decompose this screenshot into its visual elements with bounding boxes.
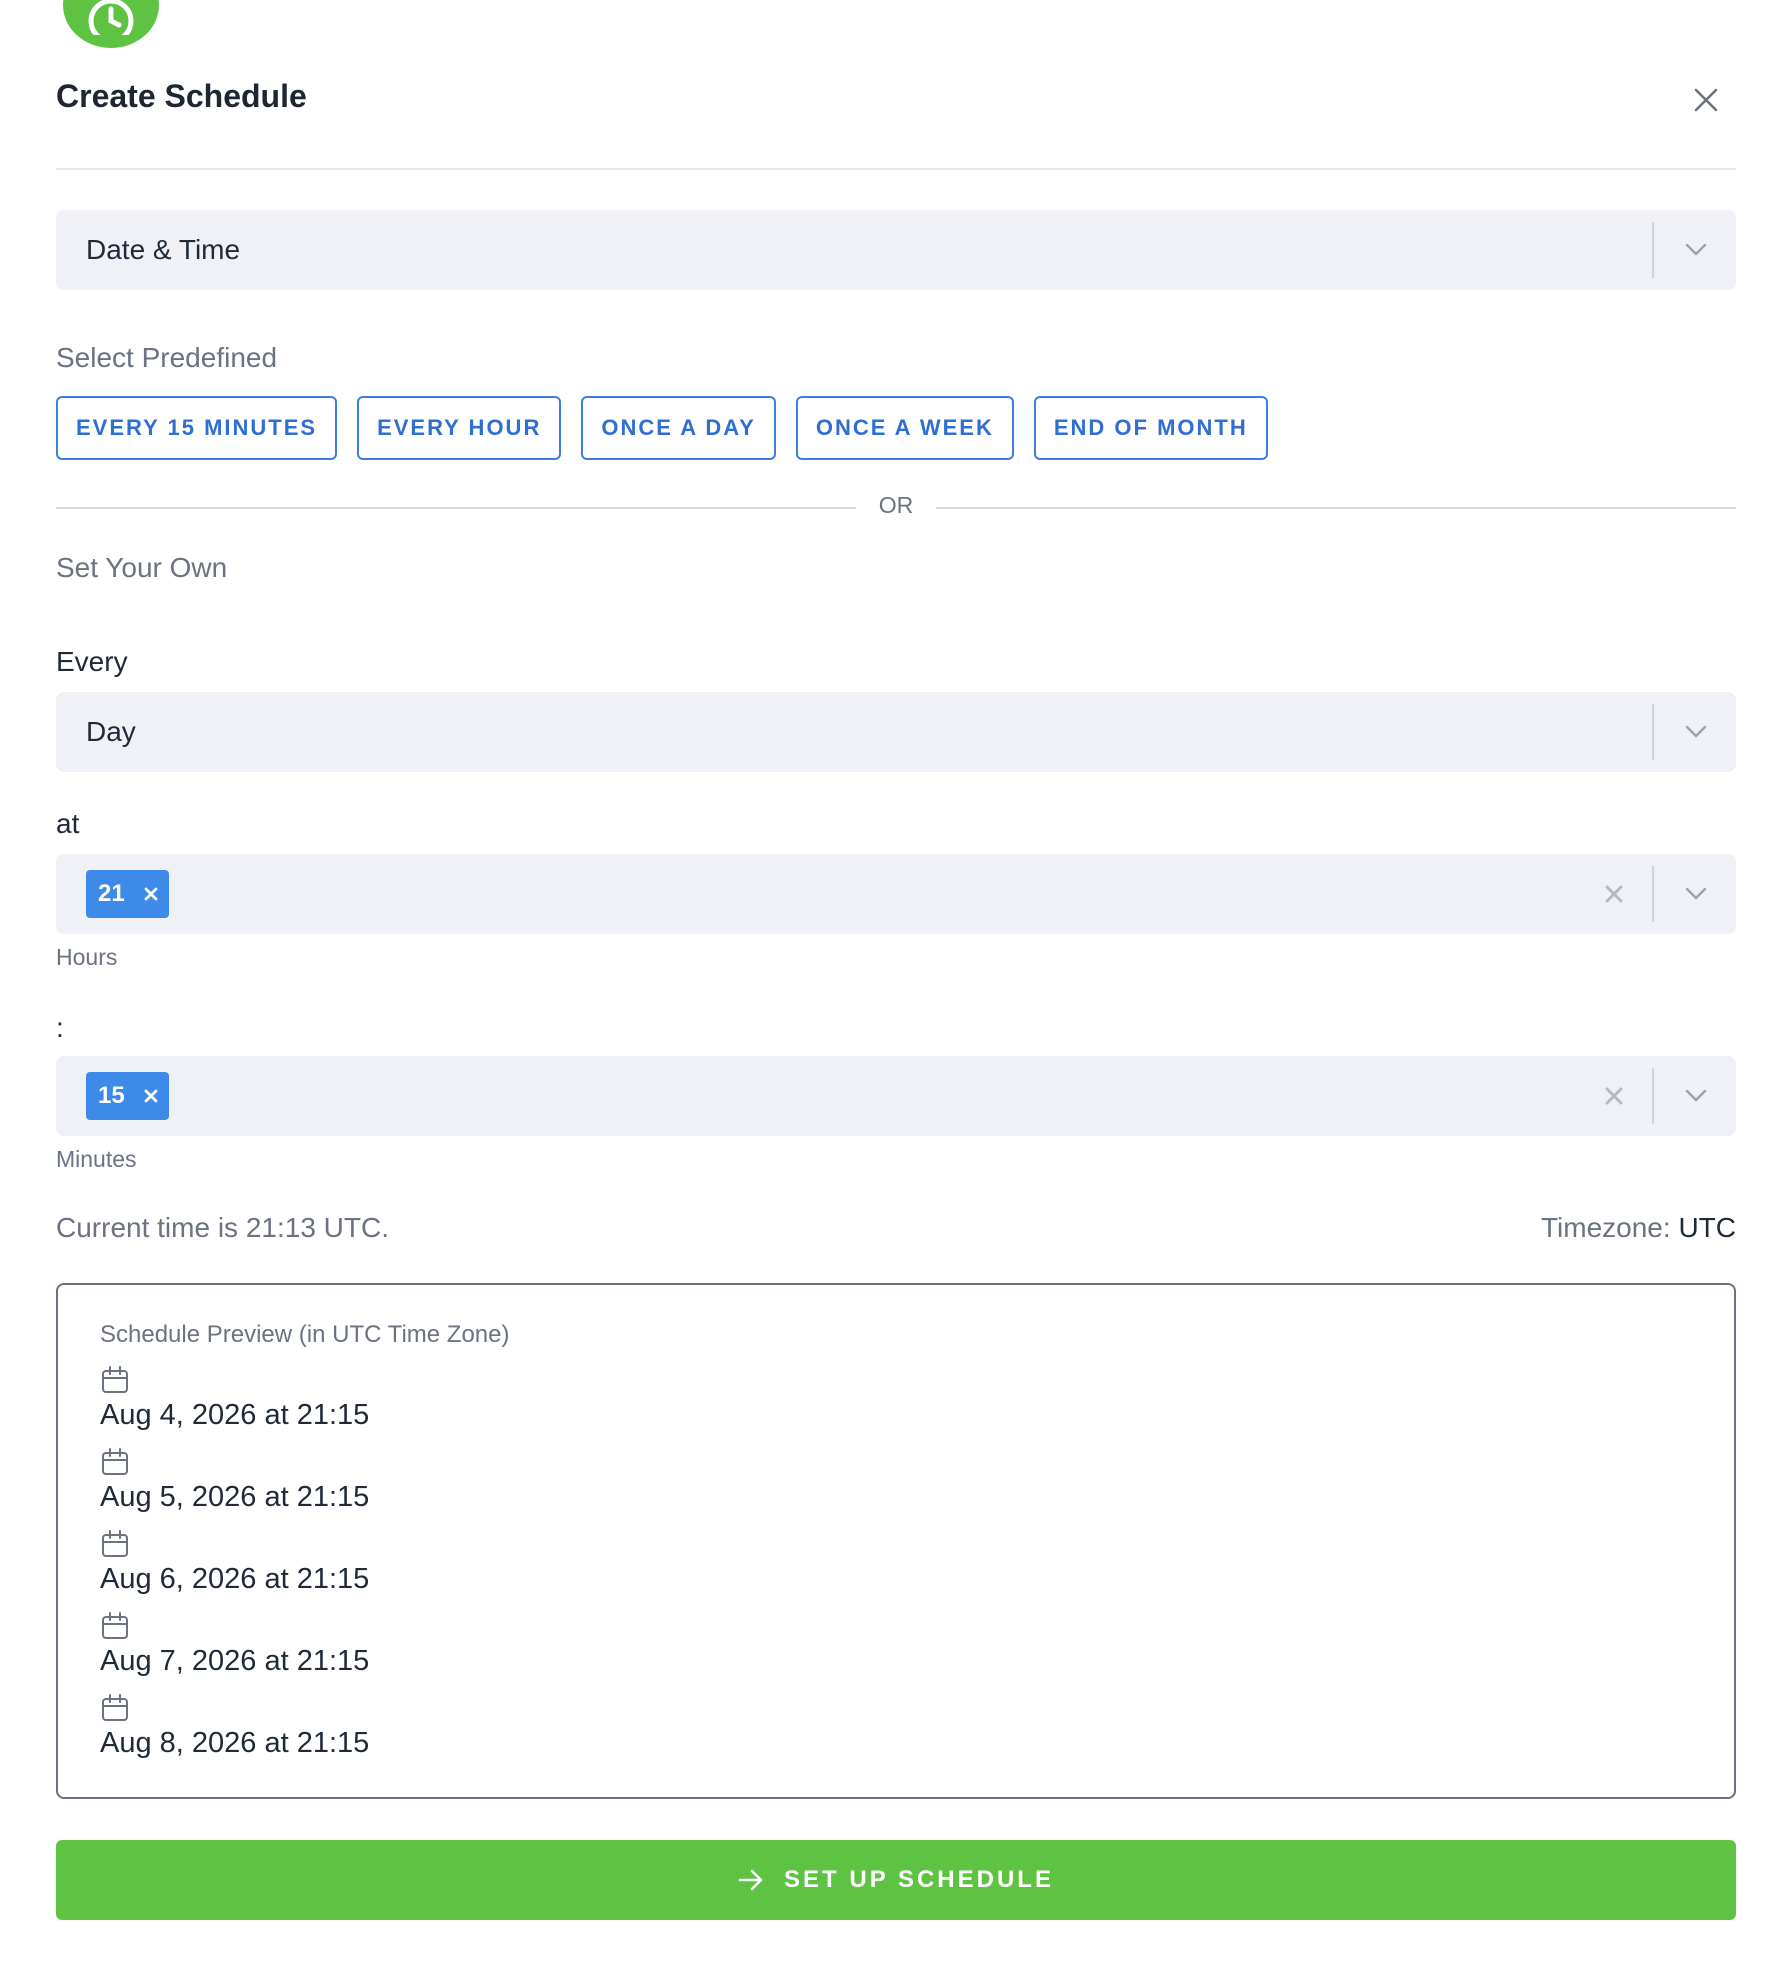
hours-multiselect[interactable]: 21 xyxy=(56,854,1736,934)
select-separator xyxy=(1652,1068,1654,1124)
clear-icon xyxy=(1605,885,1623,903)
chevron-down-icon[interactable] xyxy=(1678,714,1714,750)
preset-once-a-day-button[interactable]: ONCE A DAY xyxy=(581,396,776,460)
divider-left xyxy=(56,507,856,509)
close-icon xyxy=(144,1089,158,1103)
predefined-options: EVERY 15 MINUTES EVERY HOUR ONCE A DAY O… xyxy=(56,396,1268,460)
select-separator xyxy=(1652,222,1654,278)
close-button[interactable] xyxy=(1686,80,1726,120)
divider-or-text: OR xyxy=(878,492,914,518)
close-icon xyxy=(1694,88,1718,112)
timezone-readout: Timezone: UTC xyxy=(1541,1212,1736,1244)
calendar-icon xyxy=(102,1530,128,1557)
minutes-multiselect[interactable]: 15 xyxy=(56,1056,1736,1136)
preview-date: Aug 6, 2026 at 21:15 xyxy=(100,1563,370,1595)
clock-badge-icon xyxy=(63,0,159,48)
calendar-icon xyxy=(102,1448,128,1475)
arrow-right-icon xyxy=(738,1869,763,1891)
preset-every-hour-button[interactable]: EVERY HOUR xyxy=(357,396,562,460)
divider-right xyxy=(936,507,1736,509)
chevron-down-icon[interactable] xyxy=(1678,1078,1714,1114)
remove-chip-button[interactable] xyxy=(133,870,169,918)
hours-chip: 21 xyxy=(86,870,169,918)
colon-label: : xyxy=(56,1012,64,1043)
chevron-down-icon[interactable] xyxy=(1678,876,1714,912)
custom-label: Set Your Own xyxy=(56,552,228,583)
preview-date: Aug 5, 2026 at 21:15 xyxy=(100,1481,370,1513)
calendar-icon xyxy=(102,1366,128,1393)
create-schedule-modal: Create Schedule Date & Time Select Prede… xyxy=(0,0,1792,1984)
preset-every-15-minutes-button[interactable]: EVERY 15 MINUTES xyxy=(56,396,338,460)
at-label: at xyxy=(56,808,80,839)
submit-label: SET UP SCHEDULE xyxy=(784,1866,1054,1893)
predefined-label: Select Predefined xyxy=(56,342,278,373)
minutes-chip: 15 xyxy=(86,1072,169,1120)
preview-date: Aug 8, 2026 at 21:15 xyxy=(100,1727,370,1759)
every-select[interactable]: Day xyxy=(56,692,1736,772)
minutes-hint: Minutes xyxy=(56,1146,137,1172)
preview-title: Schedule Preview (in UTC Time Zone) xyxy=(100,1321,510,1348)
select-separator xyxy=(1652,866,1654,922)
every-value: Day xyxy=(86,716,136,747)
chevron-down-icon[interactable] xyxy=(1678,232,1714,268)
preset-once-a-week-button[interactable]: ONCE A WEEK xyxy=(795,396,1014,460)
minutes-chip-value: 15 xyxy=(98,1082,125,1109)
set-up-schedule-button[interactable]: SET UP SCHEDULE xyxy=(56,1840,1736,1920)
timezone-label: Timezone: xyxy=(1540,1212,1671,1243)
schedule-preview-panel: Schedule Preview (in UTC Time Zone) Aug … xyxy=(56,1283,1736,1799)
clear-minutes-button[interactable] xyxy=(1596,1078,1632,1114)
schedule-type-select[interactable]: Date & Time xyxy=(56,210,1736,290)
close-icon xyxy=(144,887,158,901)
page-title: Create Schedule xyxy=(56,78,307,114)
every-label: Every xyxy=(56,646,128,677)
preview-date: Aug 4, 2026 at 21:15 xyxy=(100,1399,370,1431)
preview-date: Aug 7, 2026 at 21:15 xyxy=(100,1645,370,1677)
calendar-icon xyxy=(102,1612,128,1639)
timezone-value: UTC xyxy=(1678,1212,1736,1243)
hours-hint: Hours xyxy=(56,944,118,970)
current-time-text: Current time is 21:13 UTC. xyxy=(56,1212,389,1243)
select-separator xyxy=(1652,704,1654,760)
schedule-type-value: Date & Time xyxy=(86,234,241,265)
preset-end-of-month-button[interactable]: END OF MONTH xyxy=(1033,396,1268,460)
modal-header: Create Schedule xyxy=(56,70,1736,170)
calendar-icon xyxy=(102,1694,128,1721)
hours-chip-value: 21 xyxy=(98,880,125,907)
clear-icon xyxy=(1605,1087,1623,1105)
clear-hours-button[interactable] xyxy=(1596,876,1632,912)
remove-chip-button[interactable] xyxy=(133,1072,169,1120)
